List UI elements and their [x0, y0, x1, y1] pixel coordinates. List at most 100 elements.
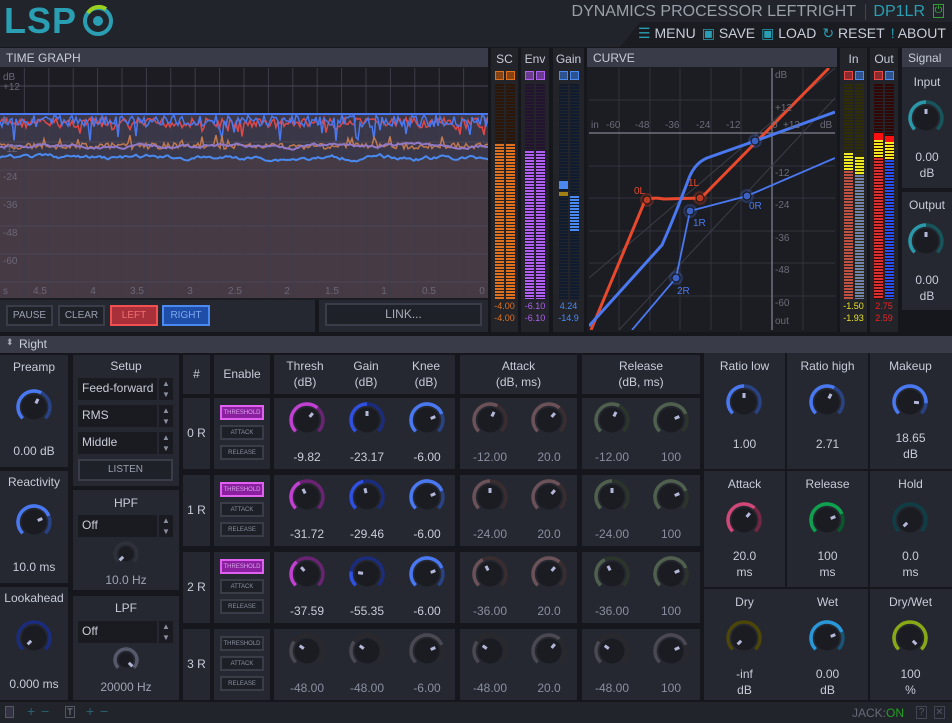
attack-time-knob[interactable] [530, 401, 568, 442]
wet-knob[interactable] [808, 619, 846, 660]
help-icon[interactable]: ? [916, 706, 927, 719]
hpf-select[interactable]: Off ▲ ▼ [78, 515, 173, 537]
zoom-in-icon[interactable]: + [27, 703, 35, 719]
release-threshold-knob[interactable] [593, 632, 631, 673]
link-button[interactable]: LINK... [325, 303, 482, 326]
enable-release-button[interactable]: RELEASE [220, 522, 264, 537]
channel-toggle-right[interactable] [885, 71, 894, 80]
channel-toggle-right[interactable] [854, 71, 864, 80]
enable-threshold-button[interactable]: THRESHOLD [220, 559, 264, 574]
attack-time-knob[interactable] [530, 478, 568, 519]
save-button[interactable]: ▣ SAVE [702, 25, 755, 42]
enable-threshold-button[interactable]: THRESHOLD [220, 482, 264, 497]
attack-threshold-knob[interactable] [471, 632, 509, 673]
power-icon[interactable]: ⏻ [933, 4, 944, 18]
reset-button[interactable]: ↻ RESET [822, 25, 884, 42]
hpf-frequency-knob[interactable] [112, 540, 140, 571]
dry-wet-knob[interactable] [891, 619, 929, 660]
source-select[interactable]: Middle ▲ ▼ [78, 432, 173, 454]
ratio-low-knob[interactable] [725, 383, 763, 424]
about-button[interactable]: ! ABOUT [891, 25, 946, 42]
knee-knob[interactable] [408, 632, 446, 673]
release-threshold-knob[interactable] [593, 555, 631, 596]
channel-toggle-right[interactable] [569, 71, 579, 80]
channel-bar[interactable]: ⬍ Right [0, 336, 952, 353]
pause-button[interactable]: PAUSE [6, 305, 53, 326]
dry-knob[interactable] [725, 619, 763, 660]
font-increase-icon[interactable]: + [86, 703, 94, 719]
ratio-high-knob[interactable] [808, 383, 846, 424]
lookahead-knob[interactable] [15, 619, 53, 660]
release-threshold-knob[interactable] [593, 478, 631, 519]
close-icon[interactable]: ✕ [934, 706, 945, 719]
knee-knob[interactable] [408, 401, 446, 442]
enable-release-button[interactable]: RELEASE [220, 676, 264, 691]
enable-attack-button[interactable]: ATTACK [220, 425, 264, 440]
enable-attack-button[interactable]: ATTACK [220, 579, 264, 594]
preamp-knob[interactable] [15, 388, 53, 429]
gain-knob[interactable] [348, 401, 386, 442]
curve-handle[interactable] [685, 206, 695, 216]
gain-knob[interactable] [348, 555, 386, 596]
curve-handle[interactable] [750, 136, 760, 146]
left-channel-button[interactable]: LEFT [110, 305, 158, 326]
channel-toggle-right[interactable] [536, 71, 545, 80]
release-time-knob[interactable] [652, 401, 690, 442]
channel-toggle-left[interactable] [874, 71, 883, 80]
attack-threshold-knob[interactable] [471, 555, 509, 596]
lpf-frequency-knob[interactable] [112, 646, 140, 677]
threshold-knob[interactable] [288, 478, 326, 519]
window-size-icon[interactable] [5, 706, 14, 718]
channel-toggle-right[interactable] [505, 71, 515, 80]
knee-knob[interactable] [408, 555, 446, 596]
channel-toggle-left[interactable] [843, 71, 853, 80]
makeup-knob[interactable] [891, 383, 929, 424]
mode-select[interactable]: Feed-forward ▲ ▼ [78, 378, 173, 400]
release-time-knob[interactable] [652, 555, 690, 596]
enable-threshold-button[interactable]: THRESHOLD [220, 405, 264, 420]
load-button[interactable]: ▣ LOAD [761, 25, 816, 42]
curve-handle[interactable] [642, 195, 652, 205]
listen-button[interactable]: LISTEN [78, 459, 173, 481]
attack-knob[interactable] [725, 501, 763, 542]
release-time-knob[interactable] [652, 632, 690, 673]
right-channel-button[interactable]: RIGHT [162, 305, 210, 326]
font-decrease-icon[interactable]: − [100, 703, 108, 719]
release-time-knob[interactable] [652, 478, 690, 519]
hold-knob[interactable] [891, 501, 929, 542]
channel-toggle-left[interactable] [525, 71, 534, 80]
threshold-knob[interactable] [288, 401, 326, 442]
channel-toggle-left[interactable] [558, 71, 568, 80]
enable-release-button[interactable]: RELEASE [220, 445, 264, 460]
enable-release-button[interactable]: RELEASE [220, 599, 264, 614]
curve-handle[interactable] [742, 191, 752, 201]
enable-threshold-button[interactable]: THRESHOLD [220, 636, 264, 651]
menu-button[interactable]: ☰ MENU [638, 25, 696, 42]
threshold-knob[interactable] [288, 555, 326, 596]
attack-time-knob[interactable] [530, 632, 568, 673]
gain-knob[interactable] [348, 478, 386, 519]
detection-select[interactable]: RMS ▲ ▼ [78, 405, 173, 427]
release-threshold-knob[interactable] [593, 401, 631, 442]
axis-tick-label: -24 [696, 120, 711, 131]
reactivity-knob[interactable] [15, 503, 53, 544]
enable-attack-button[interactable]: ATTACK [220, 502, 264, 517]
release-knob[interactable] [808, 501, 846, 542]
curve-handle[interactable] [695, 193, 705, 203]
attack-threshold-knob[interactable] [471, 478, 509, 519]
threshold-knob[interactable] [288, 632, 326, 673]
zoom-out-icon[interactable]: − [41, 703, 49, 719]
knee-knob[interactable] [408, 478, 446, 519]
attack-threshold-knob[interactable] [471, 401, 509, 442]
font-size-icon[interactable]: T [65, 706, 75, 718]
curve-handle[interactable] [671, 273, 681, 283]
lpf-select[interactable]: Off ▲ ▼ [78, 621, 173, 643]
channel-toggle-left[interactable] [494, 71, 504, 80]
enable-attack-button[interactable]: ATTACK [220, 656, 264, 671]
output-gain-knob[interactable] [907, 222, 945, 263]
attack-time-knob[interactable] [530, 555, 568, 596]
gain-knob[interactable] [348, 632, 386, 673]
sort-arrows-icon: ⬍ [6, 337, 14, 347]
clear-button[interactable]: CLEAR [58, 305, 105, 326]
input-gain-knob[interactable] [907, 99, 945, 140]
